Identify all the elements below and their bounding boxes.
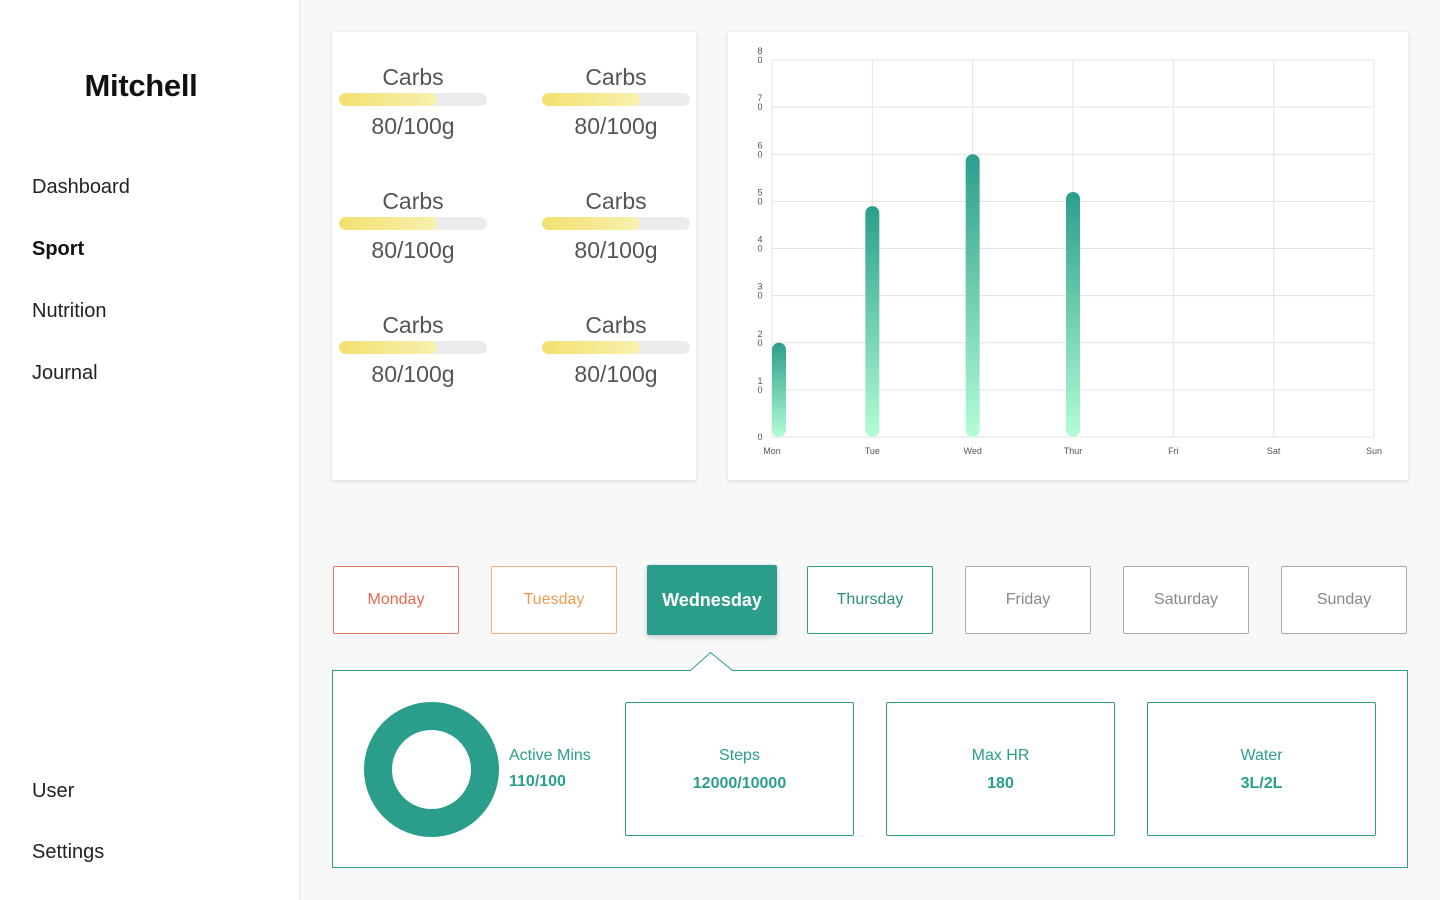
macro-progress-fill — [339, 341, 437, 354]
macro-progress-bar — [339, 217, 487, 230]
chart-y-tick-label: 50 — [757, 187, 762, 206]
chart-bar — [772, 342, 786, 437]
macro-value: 80/100g — [574, 113, 658, 139]
day-button-wednesday[interactable]: Wednesday — [647, 565, 777, 635]
sidebar: Mitchell Dashboard Sport Nutrition Journ… — [0, 0, 300, 900]
macro-progress-bar — [339, 93, 487, 106]
chart-bar — [1066, 191, 1080, 437]
active-mins-text: Active Mins 110/100 — [509, 745, 591, 793]
steps-label: Steps — [719, 747, 760, 764]
macro-label: Carbs — [382, 64, 444, 90]
active-mins-ring — [364, 702, 499, 837]
nav-item-user[interactable]: User — [32, 780, 74, 803]
macro-value: 80/100g — [371, 237, 455, 263]
macro-label: Carbs — [382, 312, 444, 338]
macro-progress-fill — [542, 93, 640, 106]
steps-stat: Steps 12000/10000 — [625, 702, 854, 836]
chart-y-tick-label: 70 — [757, 93, 762, 112]
macro-item: Carbs 80/100g — [542, 187, 690, 264]
macro-item: Carbs 80/100g — [339, 63, 487, 140]
macro-item: Carbs 80/100g — [339, 187, 487, 264]
chart-y-tick-label: 10 — [757, 376, 762, 395]
max-hr-stat: Max HR 180 — [886, 702, 1115, 836]
day-button-thursday[interactable]: Thursday — [807, 566, 933, 634]
day-button-friday[interactable]: Friday — [965, 566, 1091, 634]
chart-y-tick-label: 80 — [757, 46, 762, 65]
macro-label: Carbs — [585, 312, 647, 338]
nav-item-sport[interactable]: Sport — [32, 238, 84, 261]
chart-x-tick-label: Tue — [865, 446, 880, 456]
chart-x-tick-label: Sun — [1366, 446, 1382, 456]
macros-card: Carbs 80/100g Carbs 80/100g Carbs 80/100… — [332, 32, 696, 480]
chart-x-tick-label: Fri — [1168, 446, 1179, 456]
steps-value: 12000/10000 — [692, 775, 787, 792]
chart-x-tick-label: Mon — [763, 446, 781, 456]
active-mins-value: 110/100 — [509, 773, 566, 790]
max-hr-label: Max HR — [971, 747, 1030, 764]
day-button-saturday[interactable]: Saturday — [1123, 566, 1249, 634]
macro-item: Carbs 80/100g — [542, 63, 690, 140]
max-hr-value: 180 — [987, 775, 1014, 792]
water-value: 3L/2L — [1240, 775, 1283, 792]
day-button-monday[interactable]: Monday — [333, 566, 459, 634]
nav-item-dashboard[interactable]: Dashboard — [32, 176, 130, 199]
macro-progress-fill — [339, 217, 437, 230]
chart-y-tick-label: 20 — [757, 329, 762, 348]
macro-progress-bar — [339, 341, 487, 354]
macro-item: Carbs 80/100g — [339, 311, 487, 388]
macro-progress-bar — [542, 341, 690, 354]
water-stat: Water 3L/2L — [1147, 702, 1376, 836]
nav-item-nutrition[interactable]: Nutrition — [32, 300, 106, 323]
chart-x-tick-label: Sat — [1267, 446, 1281, 456]
macro-value: 80/100g — [371, 113, 455, 139]
chart-y-tick-label: 0 — [757, 432, 762, 442]
macro-progress-bar — [542, 93, 690, 106]
macro-progress-fill — [542, 341, 640, 354]
chart-y-tick-label: 60 — [757, 140, 762, 159]
chart-bar — [865, 206, 880, 437]
macro-progress-fill — [339, 93, 437, 106]
macro-label: Carbs — [585, 64, 647, 90]
chart-x-tick-label: Wed — [963, 446, 981, 456]
macro-item: Carbs 80/100g — [542, 311, 690, 388]
nav-item-settings[interactable]: Settings — [32, 841, 104, 864]
water-label: Water — [1240, 747, 1283, 764]
macro-value: 80/100g — [574, 361, 658, 387]
macro-progress-bar — [542, 217, 690, 230]
chart-bar — [965, 154, 980, 437]
macro-value: 80/100g — [371, 361, 455, 387]
chart-x-tick-label: Thur — [1064, 446, 1083, 456]
nav-item-journal[interactable]: Journal — [32, 362, 98, 385]
macro-label: Carbs — [585, 188, 647, 214]
day-details-panel: Active Mins 110/100 Steps 12000/10000 Ma… — [332, 652, 1408, 868]
macro-value: 80/100g — [574, 237, 658, 263]
macro-progress-fill — [542, 217, 640, 230]
chart-y-tick-label: 30 — [757, 282, 762, 301]
active-mins-label: Active Mins — [509, 747, 591, 764]
day-button-sunday[interactable]: Sunday — [1281, 566, 1407, 634]
brand-title: Mitchell — [84, 68, 198, 103]
activity-chart: 0 1 0 2 0 3 0 4 0 5 0 6 0 7 0 8 0 Mon Tue Wed Thur Fri Sat Sun — [757, 46, 1382, 456]
day-button-tuesday[interactable]: Tuesday — [491, 566, 617, 634]
chart-y-tick-label: 40 — [757, 235, 762, 254]
macro-label: Carbs — [382, 188, 444, 214]
activity-chart-card: 0 1 0 2 0 3 0 4 0 5 0 6 0 7 0 8 0 Mon Tue Wed Thur Fri Sat Sun — [728, 32, 1408, 480]
